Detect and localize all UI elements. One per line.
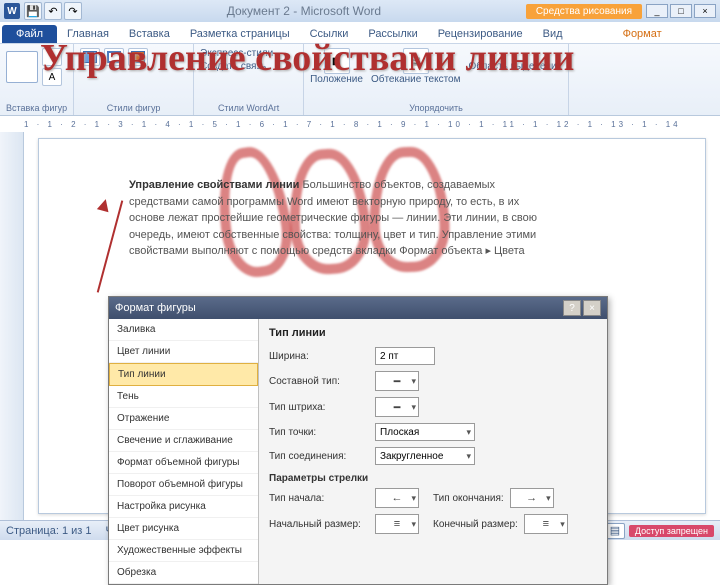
join-label: Тип соединения: <box>269 451 369 462</box>
begin-type-label: Тип начала: <box>269 493 369 504</box>
group-label: Стили фигур <box>80 103 187 113</box>
access-denied-badge: Доступ запрещен <box>629 525 714 537</box>
window-controls: _ □ × <box>646 4 716 18</box>
nav-artistic[interactable]: Художественные эффекты <box>109 540 258 562</box>
dash-type-combo[interactable]: ━ <box>375 397 419 417</box>
document-body-text: Управление свойствами линии Большинство … <box>129 177 549 260</box>
begin-type-combo[interactable]: ← <box>375 488 419 508</box>
nav-glow[interactable]: Свечение и сглаживание <box>109 430 258 452</box>
cap-label: Тип точки: <box>269 427 369 438</box>
status-page[interactable]: Страница: 1 из 1 <box>6 525 92 537</box>
shapes-gallery-icon[interactable] <box>6 51 38 83</box>
compound-type-combo[interactable]: ━ <box>375 371 419 391</box>
dialog-panel: Тип линии Ширина: 2 пт Составной тип: ━ … <box>259 319 607 584</box>
cap-type-combo[interactable]: Плоская <box>375 423 475 441</box>
end-size-label: Конечный размер: <box>433 519 518 530</box>
vertical-ruler <box>0 132 24 520</box>
window-title: Документ 2 - Microsoft Word <box>86 4 522 18</box>
nav-3d-rotation[interactable]: Поворот объемной фигуры <box>109 474 258 496</box>
join-type-combo[interactable]: Закругленное <box>375 447 475 465</box>
begin-size-combo[interactable]: ≡ <box>375 514 419 534</box>
redo-icon[interactable]: ↷ <box>64 2 82 20</box>
contextual-tools-label: Средства рисования <box>526 4 642 19</box>
doc-heading: Управление свойствами линии <box>129 179 299 191</box>
arrow-section-label: Параметры стрелки <box>269 473 597 484</box>
dialog-help-icon[interactable]: ? <box>563 300 581 316</box>
width-label: Ширина: <box>269 351 369 362</box>
minimize-icon[interactable]: _ <box>646 4 668 18</box>
dialog-nav: Заливка Цвет линии Тип линии Тень Отраже… <box>109 319 259 584</box>
dash-label: Тип штриха: <box>269 402 369 413</box>
word-app-icon: W <box>4 3 20 19</box>
nav-line-color[interactable]: Цвет линии <box>109 341 258 363</box>
format-shape-dialog: Формат фигуры ? × Заливка Цвет линии Тип… <box>108 296 608 585</box>
end-type-label: Тип окончания: <box>433 493 504 504</box>
end-type-combo[interactable]: → <box>510 488 554 508</box>
begin-size-label: Начальный размер: <box>269 519 369 530</box>
nav-line-style[interactable]: Тип линии <box>109 363 258 386</box>
group-label: Стили WordArt <box>200 103 297 113</box>
slide-title-overlay: Управление свойствами линии <box>40 36 700 80</box>
group-label: Вставка фигур <box>6 103 67 113</box>
dialog-titlebar: Формат фигуры ? × <box>109 297 607 319</box>
nav-shadow[interactable]: Тень <box>109 386 258 408</box>
width-input[interactable]: 2 пт <box>375 347 435 365</box>
nav-3d-format[interactable]: Формат объемной фигуры <box>109 452 258 474</box>
compound-label: Составной тип: <box>269 376 369 387</box>
nav-picture-color[interactable]: Цвет рисунка <box>109 518 258 540</box>
horizontal-ruler: 1 · 1 · 2 · 1 · 3 · 1 · 4 · 1 · 5 · 1 · … <box>24 120 706 129</box>
save-icon[interactable]: 💾 <box>24 2 42 20</box>
undo-icon[interactable]: ↶ <box>44 2 62 20</box>
title-bar: W 💾 ↶ ↷ Документ 2 - Microsoft Word Сред… <box>0 0 720 22</box>
dialog-close-icon[interactable]: × <box>583 300 601 316</box>
close-icon[interactable]: × <box>694 4 716 18</box>
nav-reflection[interactable]: Отражение <box>109 408 258 430</box>
nav-picture-adjust[interactable]: Настройка рисунка <box>109 496 258 518</box>
quick-access-toolbar: 💾 ↶ ↷ <box>24 2 82 20</box>
panel-title: Тип линии <box>269 327 597 339</box>
end-size-combo[interactable]: ≡ <box>524 514 568 534</box>
dialog-title: Формат фигуры <box>115 302 196 314</box>
nav-crop[interactable]: Обрезка <box>109 562 258 584</box>
nav-fill[interactable]: Заливка <box>109 319 258 341</box>
group-label: Упорядочить <box>310 103 562 113</box>
maximize-icon[interactable]: □ <box>670 4 692 18</box>
